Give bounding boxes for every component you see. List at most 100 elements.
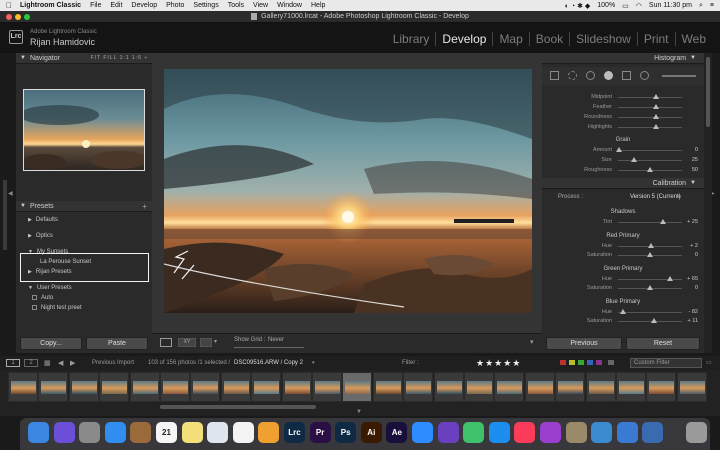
filmstrip-thumbnail[interactable] <box>646 372 677 402</box>
filmstrip-thumbnail[interactable] <box>555 372 586 402</box>
preset-item[interactable]: Night test preet <box>16 303 152 313</box>
slider-value[interactable]: 50 <box>692 167 698 173</box>
battery-icon[interactable]: ▭ <box>622 2 629 10</box>
red-eye-icon[interactable] <box>586 71 595 80</box>
slider-row[interactable]: Midpoint <box>542 93 704 102</box>
menu-settings[interactable]: Settings <box>193 2 218 9</box>
menu-help[interactable]: Help <box>311 2 325 9</box>
toolbar-menu-icon[interactable]: ▾ <box>530 338 534 346</box>
dock-preview-icon[interactable] <box>207 422 229 443</box>
slider-knob[interactable] <box>648 243 655 248</box>
slider-row[interactable]: Amount 0 <box>542 146 704 155</box>
slider-value[interactable]: 0 <box>695 285 698 291</box>
scrollbar-thumb[interactable] <box>706 57 710 127</box>
paste-button[interactable]: Paste <box>86 337 148 350</box>
slider-row[interactable]: Highlights <box>542 123 704 132</box>
brush-size-slider[interactable] <box>662 75 696 77</box>
color-label-green[interactable] <box>578 360 584 365</box>
dock-reminders-icon[interactable] <box>232 422 254 443</box>
collapse-triangle-icon[interactable]: ▼ <box>20 55 26 61</box>
slider-knob[interactable] <box>647 167 653 172</box>
color-label-blue[interactable] <box>587 360 593 365</box>
slider-knob[interactable] <box>659 219 666 224</box>
filmstrip-thumbnail[interactable] <box>68 372 99 402</box>
slider-value[interactable]: 0 <box>695 147 698 153</box>
collapse-triangle-icon[interactable]: ▼ <box>690 180 696 186</box>
filmstrip-thumbnail[interactable] <box>251 372 282 402</box>
navigator-zoom-options[interactable]: FIT FILL 1:1 1:6 ÷ <box>91 55 148 61</box>
main-photo[interactable] <box>164 69 532 313</box>
slider-track[interactable] <box>618 312 682 313</box>
current-file-name[interactable]: DSC09516.ARW / Copy 2 <box>234 360 303 366</box>
filmstrip-thumbnail[interactable] <box>524 372 555 402</box>
module-library[interactable]: Library <box>387 32 437 46</box>
dock-messages-icon[interactable] <box>463 422 485 443</box>
menu-develop[interactable]: Develop <box>131 2 157 9</box>
apple-icon[interactable]:  <box>6 1 12 10</box>
filmstrip-thumbnail[interactable] <box>433 372 464 402</box>
slider-knob[interactable] <box>653 124 660 129</box>
slider-value[interactable]: 25 <box>692 157 698 163</box>
copy-button[interactable]: Copy... <box>20 337 82 350</box>
crop-tool-icon[interactable] <box>550 71 559 80</box>
dock-illustrator-icon[interactable]: Ai <box>360 422 382 443</box>
menu-photo[interactable]: Photo <box>166 2 184 9</box>
slider-knob[interactable] <box>653 94 660 99</box>
menu-tools[interactable]: Tools <box>228 2 244 9</box>
search-icon[interactable]: ⌕ <box>699 2 703 10</box>
dock-app-store-icon[interactable] <box>488 422 510 443</box>
module-slideshow[interactable]: Slideshow <box>570 32 638 46</box>
dock-script-editor-icon[interactable] <box>565 422 587 443</box>
dropdown-arrow-icon[interactable]: ▾ <box>678 194 681 200</box>
dock-photoshop-icon[interactable]: Ps <box>335 422 357 443</box>
slider-knob[interactable] <box>650 318 657 323</box>
slider-row[interactable]: Saturation 0 <box>542 251 704 260</box>
color-label-none[interactable] <box>608 360 614 365</box>
slider-row[interactable]: Tint + 25 <box>542 218 704 227</box>
module-develop[interactable]: Develop <box>436 32 494 46</box>
slider-row[interactable]: Saturation + 11 <box>542 317 704 326</box>
dock-after-effects-icon[interactable]: Ae <box>386 422 408 443</box>
slider-row[interactable]: Roughness 50 <box>542 166 704 175</box>
slider-row[interactable]: Size 25 <box>542 156 704 165</box>
slider-track[interactable] <box>618 117 682 118</box>
slider-track[interactable] <box>618 160 682 161</box>
slider-row[interactable]: Saturation 0 <box>542 284 704 293</box>
previous-button[interactable]: Previous <box>546 337 622 350</box>
dock-safari-icon[interactable] <box>104 422 126 443</box>
module-web[interactable]: Web <box>676 32 712 46</box>
navigator-header[interactable]: ▼ Navigator FIT FILL 1:1 1:6 ÷ <box>16 53 152 64</box>
preset-group-user[interactable]: ▼ User Presets <box>16 283 152 293</box>
slider-knob[interactable] <box>653 104 660 109</box>
dock-music-icon[interactable] <box>514 422 536 443</box>
masking-icon[interactable] <box>640 71 649 80</box>
filmstrip-thumbnail[interactable] <box>160 372 190 402</box>
left-panel-grip[interactable] <box>3 180 7 250</box>
navigator-preview[interactable] <box>23 89 145 171</box>
show-grid-select[interactable]: Never <box>268 337 284 343</box>
dock-trash-icon[interactable] <box>686 422 707 443</box>
presets-header[interactable]: ▼ Presets + <box>16 201 152 212</box>
slider-value[interactable]: + 2 <box>690 243 698 249</box>
dock-notes-book-icon[interactable] <box>130 422 152 443</box>
filmstrip-thumbnail[interactable] <box>38 372 69 402</box>
filmstrip-thumbnail[interactable] <box>312 372 342 402</box>
slider-track[interactable] <box>618 97 682 98</box>
filmstrip-thumbnail[interactable] <box>464 372 494 402</box>
back-arrow-icon[interactable]: ◀ <box>58 359 63 367</box>
slider-track[interactable] <box>618 127 682 128</box>
filmstrip-thumbnail[interactable] <box>403 372 434 402</box>
loupe-view-icon[interactable] <box>160 338 172 347</box>
filmstrip-scrollbar-thumb[interactable] <box>160 405 316 409</box>
color-label-yellow[interactable] <box>569 360 575 365</box>
reset-button[interactable]: Reset <box>626 337 700 350</box>
filmstrip-thumbnail[interactable] <box>129 372 160 402</box>
slider-knob[interactable] <box>620 309 627 314</box>
slider-knob[interactable] <box>647 285 653 290</box>
radial-filter-icon[interactable] <box>604 71 613 80</box>
slider-value[interactable]: + 11 <box>688 318 698 324</box>
slider-knob[interactable] <box>616 147 623 152</box>
slider-knob[interactable] <box>653 114 660 119</box>
dock-launchpad-icon[interactable] <box>79 422 101 443</box>
add-preset-icon[interactable]: + <box>142 202 148 211</box>
